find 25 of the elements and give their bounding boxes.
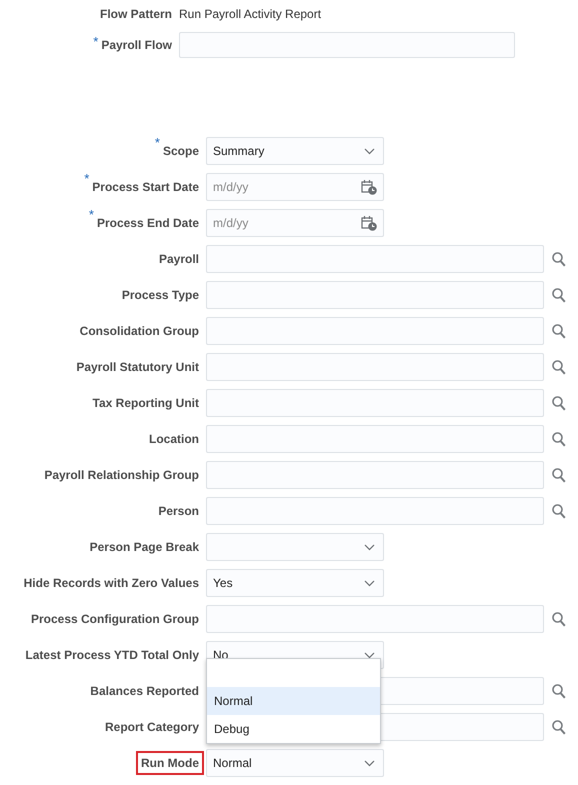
field-label: Payroll xyxy=(158,251,199,268)
field-label: Location xyxy=(149,431,199,448)
field-value: Run Payroll Activity Report xyxy=(179,7,322,21)
field-label: Latest Process YTD Total Only xyxy=(25,647,199,664)
field-label: Process Type xyxy=(122,287,199,304)
field-label: Person xyxy=(158,503,199,520)
field-label: Process Configuration Group xyxy=(30,611,199,628)
field-label: Run Mode xyxy=(138,753,202,773)
field-label: Balances Reported xyxy=(90,683,199,700)
field-label: Process Start Date xyxy=(92,179,199,196)
required-icon: * xyxy=(93,34,98,49)
field-label: Payroll Relationship Group xyxy=(44,467,199,484)
required-icon: * xyxy=(154,135,160,150)
field-label: Tax Reporting Unit xyxy=(92,395,199,412)
field-label: Payroll Statutory Unit xyxy=(76,359,199,376)
field-label: Process End Date xyxy=(96,215,199,232)
field-label: Payroll Flow xyxy=(101,37,172,54)
field-label: Scope xyxy=(162,143,199,160)
field-label: Flow Pattern xyxy=(100,6,172,23)
field-label: Person Page Break xyxy=(90,539,199,556)
field-label: Hide Records with Zero Values xyxy=(24,575,199,592)
field-label: Consolidation Group xyxy=(80,323,199,340)
field-label: Report Category xyxy=(104,719,199,736)
required-icon: * xyxy=(84,171,90,186)
required-icon: * xyxy=(88,207,94,222)
